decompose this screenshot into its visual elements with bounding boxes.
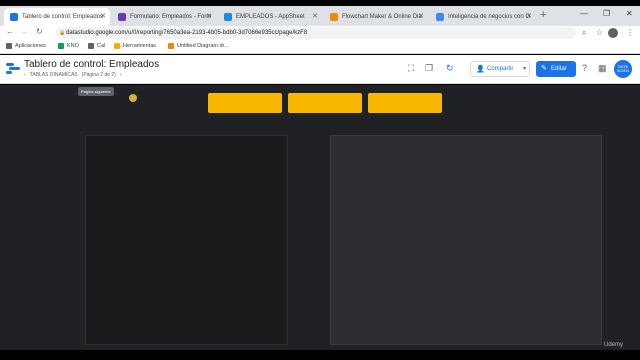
maximize-icon[interactable]: ❐ <box>603 9 610 18</box>
fullscreen-icon[interactable]: ⛶ <box>408 63 414 74</box>
minimize-icon[interactable]: — <box>580 9 588 18</box>
bookmark-label: KNO <box>67 43 79 49</box>
screen: Tablero de control: Empleados ✕ Formular… <box>0 0 640 360</box>
bookmark-cal[interactable]: Cal <box>88 43 105 49</box>
back-icon[interactable]: ← <box>6 27 14 36</box>
apps-grid-icon[interactable]: ▦ <box>598 63 607 74</box>
mouse-cursor <box>129 94 137 102</box>
address-bar: ← → ↻ 🔒 datastudio.google.com/u/0/report… <box>0 26 640 40</box>
chevron-down-icon[interactable]: ▾ <box>523 65 526 72</box>
report-title[interactable]: Tablero de control: Empleados <box>24 59 159 70</box>
plus-icon[interactable]: + <box>540 9 546 21</box>
share-label: Compartir <box>487 66 514 72</box>
url-text: datastudio.google.com/u/0/reporting/7650… <box>66 30 308 36</box>
close-icon[interactable]: ✕ <box>206 12 212 20</box>
browser-tab-bar: Tablero de control: Empleados ✕ Formular… <box>0 6 640 26</box>
chart-panel-left[interactable] <box>85 135 288 345</box>
bookmark-herramientas[interactable]: Herramientas <box>114 43 156 49</box>
tab-label: EMPLEADOS - AppSheet <box>236 14 305 20</box>
tab-flowchart[interactable]: Flowchart Maker & Online Dia ✕ <box>324 8 428 26</box>
filter-button-3[interactable] <box>368 93 442 113</box>
lock-icon: 🔒 <box>59 30 66 36</box>
tab-appsheet[interactable]: EMPLEADOS - AppSheet ✕ <box>218 8 322 26</box>
apps-grid-icon <box>6 43 12 49</box>
bookmark-label: Cal <box>97 43 106 49</box>
tooltip: Página siguiente <box>78 87 114 96</box>
close-icon[interactable]: ✕ <box>100 12 106 20</box>
kno-icon <box>58 43 64 49</box>
avatar[interactable] <box>608 28 618 38</box>
edit-label: Editar <box>551 66 567 72</box>
url-input[interactable]: 🔒 datastudio.google.com/u/0/reporting/76… <box>56 27 576 39</box>
add-person-icon: 👤 <box>476 66 485 73</box>
bookmark-kno[interactable]: KNO <box>58 43 79 49</box>
page-icon <box>88 43 94 49</box>
tab-formulario[interactable]: Formulario: Empleados - Form ✕ <box>112 8 216 26</box>
star-icon[interactable]: ☆ <box>596 28 603 37</box>
tab-label: Inteligencia de negocios con G <box>448 14 531 20</box>
report-canvas: Página siguiente <box>0 85 640 350</box>
close-icon[interactable]: ✕ <box>526 12 532 20</box>
copy-icon[interactable]: ❐ <box>425 63 433 74</box>
bookmark-label: Aplicaciones <box>15 43 46 49</box>
refresh-icon[interactable]: ↻ <box>446 63 454 74</box>
bookmark-untitled-diagram[interactable]: Untitled Diagram.dr... <box>168 43 229 49</box>
tab-label: Tablero de control: Empleados <box>22 14 104 20</box>
folder-icon <box>114 43 120 49</box>
edit-button[interactable]: ✎ Editar <box>536 61 576 77</box>
data-studio-icon <box>10 13 18 21</box>
tab-label: Flowchart Maker & Online Dia <box>342 14 422 20</box>
bookmark-label: Herramientas <box>123 43 157 49</box>
tab-inteligencia[interactable]: Inteligencia de negocios con G ✕ <box>430 8 536 26</box>
search-icon[interactable]: ⌕ <box>582 28 586 38</box>
chart-panel-right[interactable] <box>330 135 602 345</box>
reload-icon[interactable]: ↻ <box>36 27 43 36</box>
bookmarks-bar: Aplicaciones KNO Cal Herramientas Untitl… <box>0 40 640 54</box>
page-count: (Página 2 de 2) <box>81 72 116 78</box>
help-icon[interactable]: ? <box>582 63 587 73</box>
share-button[interactable]: 👤 Compartir ▾ <box>470 61 530 77</box>
filter-button-1[interactable] <box>208 93 282 113</box>
drawio-icon <box>168 43 174 49</box>
data-studio-logo-icon[interactable] <box>6 63 20 75</box>
forward-icon[interactable]: → <box>20 27 28 36</box>
appsheet-icon <box>224 13 232 21</box>
pencil-icon: ✎ <box>541 65 547 72</box>
bookmark-label: Untitled Diagram.dr... <box>177 43 229 49</box>
chevron-right-icon[interactable]: › <box>120 72 122 78</box>
filter-button-2[interactable] <box>288 93 362 113</box>
report-header: Tablero de control: Empleados ‹ TABLAS D… <box>0 55 640 84</box>
account-avatar[interactable]: DATA SCIEN <box>614 60 632 78</box>
page-name[interactable]: TABLAS DINAMICAS <box>30 72 78 78</box>
bookmark-aplicaciones[interactable]: Aplicaciones <box>6 43 46 49</box>
tab-tablero[interactable]: Tablero de control: Empleados ✕ <box>4 8 110 26</box>
forms-icon <box>118 13 126 21</box>
close-icon[interactable]: ✕ <box>626 9 633 18</box>
page-icon <box>436 13 444 21</box>
chevron-left-icon[interactable]: ‹ <box>24 72 26 78</box>
close-icon[interactable]: ✕ <box>418 12 424 20</box>
menu-dots-icon[interactable]: ⋮ <box>626 28 634 37</box>
tab-label: Formulario: Empleados - Form <box>130 14 212 20</box>
drawio-icon <box>330 13 338 21</box>
udemy-watermark: Udemy <box>604 342 624 348</box>
page-navigator: ‹ TABLAS DINAMICAS (Página 2 de 2) › <box>24 72 122 78</box>
close-icon[interactable]: ✕ <box>312 12 318 20</box>
